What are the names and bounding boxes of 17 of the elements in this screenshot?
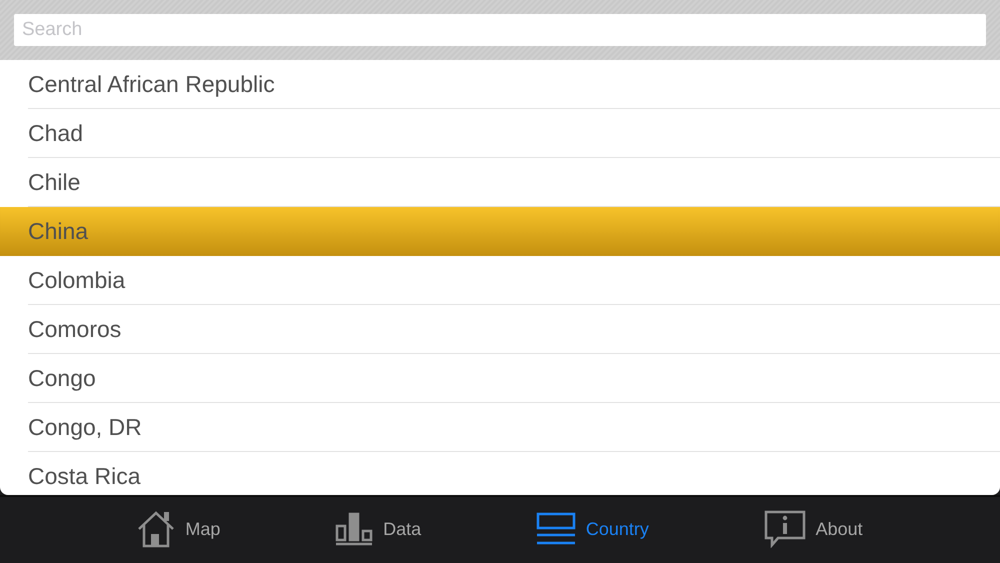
tab[interactable]: Map — [137, 510, 220, 548]
country-row[interactable]: Colombia — [0, 256, 1000, 305]
bar-chart-icon — [335, 512, 374, 546]
country-row[interactable]: China — [0, 207, 1000, 256]
info-bubble-icon — [764, 510, 806, 548]
tab[interactable]: About — [764, 510, 863, 548]
country-row[interactable]: Central African Republic — [0, 60, 1000, 109]
country-row[interactable]: Congo — [0, 354, 1000, 403]
tab[interactable]: Data — [335, 512, 422, 546]
list-icon — [536, 512, 576, 546]
country-row[interactable]: Congo, DR — [0, 403, 1000, 452]
search-field[interactable]: Search — [14, 14, 986, 46]
country-row[interactable]: Chad — [0, 109, 1000, 158]
country-row[interactable]: Chile — [0, 158, 1000, 207]
house-icon — [137, 510, 176, 548]
tab[interactable]: Country — [536, 512, 649, 546]
country-row[interactable]: Comoros — [0, 305, 1000, 354]
